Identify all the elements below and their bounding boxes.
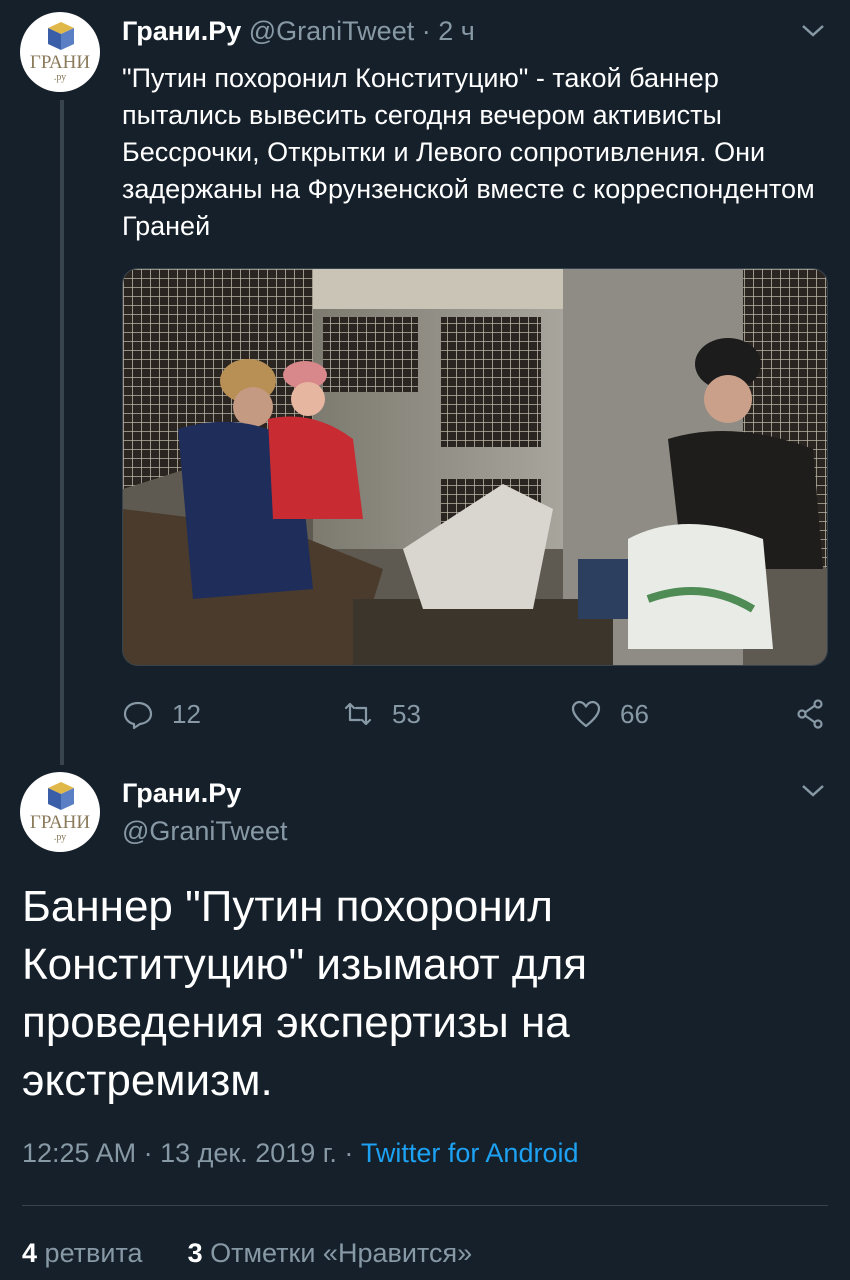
heart-icon xyxy=(571,700,601,728)
like-action[interactable]: 66 xyxy=(570,698,649,730)
author-name[interactable]: Грани.Ру xyxy=(122,16,241,46)
thread-line xyxy=(60,100,64,765)
divider xyxy=(22,1205,828,1206)
tweet-photo[interactable] xyxy=(122,268,828,666)
chevron-down-icon[interactable] xyxy=(800,782,826,800)
retweet-icon xyxy=(344,702,372,726)
avatar[interactable]: ГРАНИ .ру xyxy=(20,12,100,92)
retweets-stat[interactable]: 4 ретвита xyxy=(22,1238,143,1268)
tweet-date[interactable]: 13 дек. 2019 г. xyxy=(160,1138,337,1168)
tweet-source[interactable]: Twitter for Android xyxy=(361,1138,579,1168)
tweet-actions: 12 53 66 xyxy=(122,698,832,734)
like-label: Отметки «Нравится» xyxy=(210,1238,473,1268)
reply-count: 12 xyxy=(172,698,201,729)
reply-action[interactable]: 12 xyxy=(122,698,201,730)
avatar-text: ГРАНИ xyxy=(29,52,91,73)
avatar[interactable]: ГРАНИ .ру xyxy=(20,772,100,852)
author-name[interactable]: Грани.Ру xyxy=(122,778,241,809)
header-separator: · xyxy=(421,16,431,46)
like-count: 66 xyxy=(620,698,649,729)
retweet-label: ретвита xyxy=(44,1238,143,1268)
reply-icon xyxy=(123,701,153,730)
tweet-stats: 4 ретвита 3 Отметки «Нравится» xyxy=(22,1238,472,1269)
retweet-total: 4 xyxy=(22,1238,38,1268)
avatar-text: ГРАНИ xyxy=(29,812,91,833)
avatar-cube-icon xyxy=(48,22,74,50)
author-handle[interactable]: @GraniTweet xyxy=(122,816,287,847)
retweet-action[interactable]: 53 xyxy=(342,698,421,730)
avatar-subtext: .ру xyxy=(53,832,67,843)
chevron-down-icon[interactable] xyxy=(800,22,826,40)
share-icon xyxy=(797,699,823,729)
share-action[interactable] xyxy=(794,698,826,730)
meta-separator: · xyxy=(344,1138,354,1168)
like-total: 3 xyxy=(187,1238,203,1268)
avatar-cube-icon xyxy=(48,782,74,810)
paddy-wagon-photo xyxy=(123,269,827,665)
tweet-meta: 12:25 AM · 13 дек. 2019 г. · Twitter for… xyxy=(22,1138,579,1169)
tweet-text: Баннер "Путин похоронил Конституцию" изы… xyxy=(22,882,588,1105)
author-handle[interactable]: @GraniTweet xyxy=(249,16,414,46)
avatar-subtext: .ру xyxy=(53,72,67,83)
tweet-header: Грани.Ру @GraniTweet · 2 ч xyxy=(122,16,475,47)
tweet-time[interactable]: 12:25 AM xyxy=(22,1138,136,1168)
tweet-text: "Путин похоронил Конституцию" - такой ба… xyxy=(122,63,815,241)
meta-separator: · xyxy=(143,1138,153,1168)
retweet-count: 53 xyxy=(392,698,421,729)
likes-stat[interactable]: 3 Отметки «Нравится» xyxy=(188,1238,473,1268)
tweet-time[interactable]: 2 ч xyxy=(438,16,475,46)
